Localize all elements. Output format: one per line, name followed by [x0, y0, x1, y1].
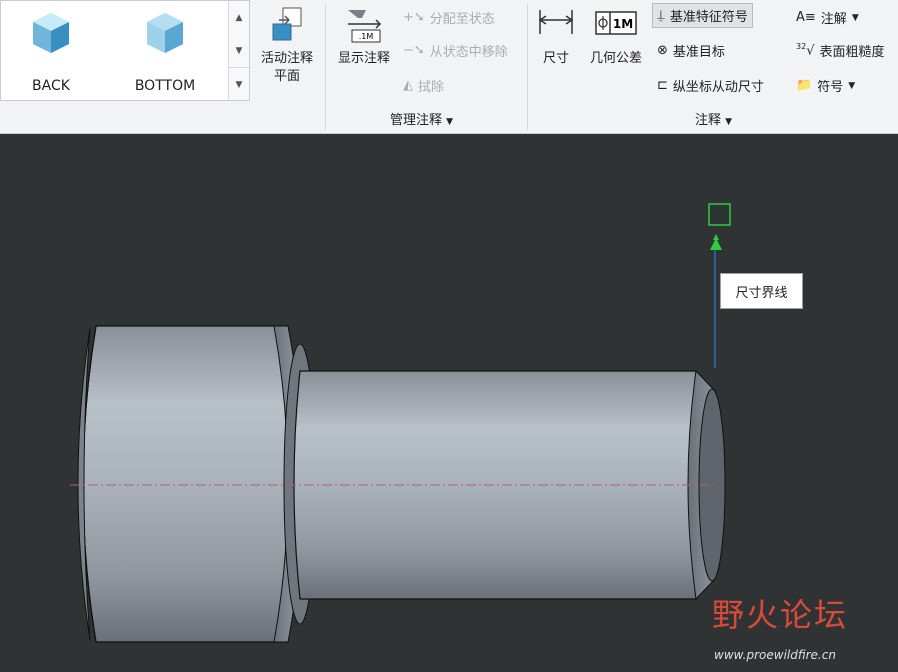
- gtol-label: 几何公差: [589, 51, 642, 66]
- gallery-expand-icon[interactable]: ▼: [229, 67, 249, 101]
- gallery-scrollbar[interactable]: ▲ ▼ ▼: [228, 1, 249, 100]
- surface-finish-button[interactable]: 32√ 表面粗糙度: [796, 41, 885, 60]
- view-item-back[interactable]: BACK: [1, 9, 101, 94]
- dropdown-arrow-icon: ▼: [446, 117, 454, 127]
- minus-arrow-icon: −➘: [403, 43, 425, 58]
- separator: [527, 4, 528, 130]
- watermark: 野火论坛 www.proewildfire.cn: [712, 590, 849, 662]
- group-annotations[interactable]: 注释 ▼: [695, 109, 732, 128]
- datum-target-label: 基准目标: [672, 45, 725, 60]
- scroll-down-icon[interactable]: ▼: [229, 34, 249, 67]
- symbol-button[interactable]: 📁 符号 ▼: [796, 76, 855, 95]
- gtol-icon-text: 1M: [613, 17, 633, 31]
- show-annotation-icon: .1M: [348, 10, 382, 43]
- datum-target-button[interactable]: ⊗ 基准目标: [657, 41, 725, 60]
- active-plane-label: 活动注释: [260, 51, 313, 66]
- show-annotations-button[interactable]: .1M 显示注释: [332, 4, 396, 68]
- remove-state-label: 从状态中移除: [429, 45, 508, 60]
- eraser-icon: ◭: [403, 78, 413, 93]
- symbol-icon: 📁: [796, 78, 813, 93]
- erase-button[interactable]: ◭ 拭除: [403, 76, 444, 95]
- scroll-up-icon[interactable]: ▲: [229, 1, 249, 34]
- tooltip-text: 尺寸界线: [735, 285, 788, 301]
- dimension-label: 尺寸: [542, 51, 569, 66]
- drag-handle[interactable]: [708, 203, 731, 226]
- cube-view-icon: [33, 13, 69, 53]
- separator: [325, 4, 326, 130]
- datum-feature-icon: ⍊: [657, 8, 665, 23]
- erase-label: 拭除: [418, 80, 445, 95]
- dropdown-arrow-icon: ▼: [848, 80, 856, 91]
- view-item-bottom[interactable]: BOTTOM: [115, 9, 215, 94]
- cube-view-icon: [147, 13, 183, 53]
- symbol-label: 符号: [817, 80, 844, 95]
- assign-state-label: 分配至状态: [429, 12, 495, 27]
- surface-finish-icon: 32√: [796, 42, 815, 59]
- view-label: BOTTOM: [134, 78, 196, 94]
- note-icon: A≡: [796, 10, 816, 25]
- watermark-title: 野火论坛: [712, 596, 849, 634]
- note-label: 注解: [820, 12, 847, 27]
- datum-feature-label: 基准特征符号: [669, 10, 748, 25]
- dropdown-arrow-icon: ▼: [851, 12, 859, 23]
- dimension-icon: [538, 10, 574, 34]
- dropdown-arrow-icon: ▼: [725, 117, 733, 127]
- group-annotation-label: 注释: [695, 113, 722, 128]
- active-annotation-plane-button[interactable]: 活动注释 平面: [254, 4, 320, 86]
- surface-finish-label: 表面粗糙度: [819, 45, 885, 60]
- ordinate-driven-dimension-button[interactable]: ⊏ 纵坐标从动尺寸: [657, 76, 764, 95]
- view-gallery: BACK BOTTOM ▲ ▼ ▼: [0, 0, 250, 101]
- dimension-button[interactable]: 尺寸: [534, 4, 578, 68]
- drag-arrow-icon[interactable]: [710, 238, 722, 250]
- active-plane-label: 平面: [273, 69, 300, 84]
- finish-icon-text: 32: [796, 42, 807, 52]
- show-icon-text: .1M: [359, 32, 374, 41]
- remove-from-state-button[interactable]: −➘ 从状态中移除: [403, 41, 508, 60]
- tooltip: 尺寸界线: [720, 273, 803, 309]
- group-manage-annotations[interactable]: 管理注释 ▼: [390, 109, 453, 128]
- group-manage-label: 管理注释: [390, 113, 443, 128]
- note-button[interactable]: A≡ 注解 ▼: [796, 8, 859, 27]
- view-label: BACK: [32, 78, 70, 94]
- ordinate-label: 纵坐标从动尺寸: [672, 80, 764, 95]
- ribbon: BACK BOTTOM ▲ ▼ ▼ 活动注释 平面 .1M 显示注释 +➘ 分配…: [0, 0, 898, 134]
- assign-to-state-button[interactable]: +➘ 分配至状态: [403, 8, 495, 27]
- geometric-tolerance-button[interactable]: 1M 几何公差: [584, 4, 648, 68]
- ordinate-icon: ⊏: [657, 78, 668, 93]
- datum-target-icon: ⊗: [657, 43, 668, 58]
- datum-feature-symbol-button[interactable]: ⍊ 基准特征符号: [652, 3, 753, 28]
- gtol-icon: 1M: [595, 11, 637, 35]
- annotation-plane-icon: [272, 7, 302, 41]
- plus-arrow-icon: +➘: [403, 10, 425, 25]
- show-annotations-label: 显示注释: [337, 51, 390, 66]
- watermark-url: www.proewildfire.cn: [714, 648, 836, 662]
